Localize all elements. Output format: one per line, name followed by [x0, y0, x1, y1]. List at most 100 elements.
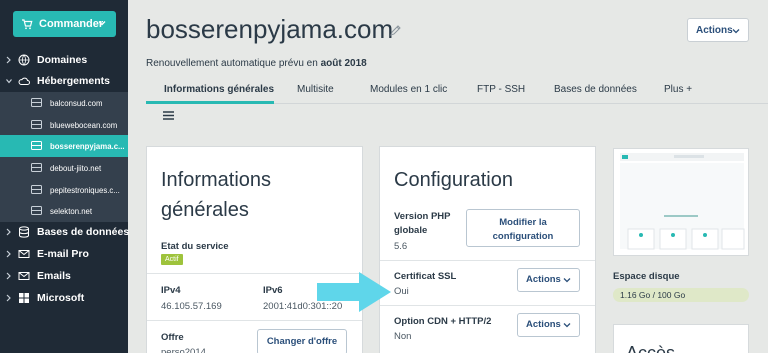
- sidebar-item-email-pro[interactable]: E-mail Pro: [0, 244, 128, 264]
- hosting-item-label: bosserenpyjama.c...: [50, 142, 125, 151]
- chevron-right-icon: [6, 272, 11, 280]
- card-title: Configuration: [394, 169, 513, 191]
- hosting-item-label: balconsud.com: [50, 99, 103, 108]
- card-title: Informations: [161, 169, 272, 191]
- actions-label: Actions: [526, 274, 561, 285]
- sidebar-item-databases[interactable]: Bases de données: [0, 222, 130, 242]
- chevron-right-icon: [6, 294, 11, 302]
- hosting-item-label: debout-jiito.net: [50, 164, 102, 173]
- secondary-card: Accès: [613, 324, 749, 353]
- tab-bases-de-donnees[interactable]: Bases de données: [554, 84, 637, 95]
- hosting-list: balconsud.com bluewebocean.com bosserenp…: [0, 92, 128, 222]
- menu-icon[interactable]: [163, 111, 174, 120]
- chevron-down-icon: [563, 278, 571, 283]
- website-preview[interactable]: [613, 148, 749, 256]
- website-thumbnail-image: [620, 153, 745, 250]
- actions-label: Actions: [526, 319, 561, 330]
- sidebar-item-label: Microsoft: [37, 292, 85, 304]
- sidebar-item-label: Domaines: [37, 54, 88, 66]
- server-icon: [31, 98, 42, 107]
- php-version-value: 5.6: [394, 241, 408, 252]
- annotation-arrow: [317, 272, 391, 312]
- server-icon: [31, 141, 42, 150]
- envelope-icon: [18, 250, 30, 258]
- disk-space-label: Espace disque: [613, 271, 680, 282]
- sidebar-item-emails[interactable]: Emails: [0, 266, 128, 286]
- card-title-line2: générales: [161, 199, 249, 221]
- ssl-actions-button[interactable]: Actions: [517, 268, 580, 292]
- sidebar-item-label: E-mail Pro: [37, 248, 89, 260]
- disk-space-fill: [613, 288, 619, 302]
- sidebar-item-label: Emails: [37, 270, 71, 282]
- ipv4-value: 46.105.57.169: [161, 301, 222, 312]
- ipv6-label: IPv6: [263, 285, 283, 296]
- database-icon: [19, 226, 29, 238]
- php-version-label: Version PHP: [394, 211, 451, 222]
- hosting-item-active[interactable]: bosserenpyjama.c...: [0, 135, 128, 157]
- hosting-item[interactable]: pepitestroniques.c...: [0, 179, 128, 201]
- status-badge: Actif: [161, 254, 183, 265]
- sidebar-item-microsoft[interactable]: Microsoft: [0, 288, 128, 308]
- server-icon: [31, 206, 42, 215]
- header-actions-button[interactable]: Actions: [687, 18, 749, 42]
- envelope-icon: [18, 272, 30, 280]
- tab-plus[interactable]: Plus +: [664, 84, 692, 95]
- chevron-down-icon: [6, 79, 12, 84]
- chevron-right-icon: [6, 250, 11, 258]
- disk-space-usage: 1.16 Go / 100 Go: [620, 290, 686, 300]
- tab-multisite[interactable]: Multisite: [297, 84, 334, 95]
- modify-config-label-line2: configuration: [492, 231, 554, 242]
- server-icon: [31, 120, 42, 129]
- tab-informations-generales[interactable]: Informations générales: [164, 84, 274, 95]
- divider: [380, 305, 595, 306]
- active-tab-indicator: [146, 101, 274, 104]
- modify-config-button[interactable]: Modifier la configuration: [466, 209, 580, 247]
- hosting-item-label: pepitestroniques.c...: [50, 186, 120, 195]
- php-version-label-line2: globale: [394, 225, 428, 236]
- renewal-prefix: Renouvellement automatique prévu en: [146, 58, 318, 69]
- sidebar-item-domaines[interactable]: Domaines: [0, 50, 128, 70]
- hosting-item[interactable]: selekton.net: [0, 200, 128, 222]
- chevron-down-icon: [98, 21, 106, 26]
- hosting-item[interactable]: balconsud.com: [0, 92, 128, 114]
- sidebar-item-label: Bases de données: [37, 226, 130, 238]
- ssl-label: Certificat SSL: [394, 271, 457, 282]
- disk-space-bar: 1.16 Go / 100 Go: [613, 288, 749, 302]
- chevron-right-icon: [6, 56, 11, 64]
- server-icon: [31, 163, 42, 172]
- sidebar: Commander Domaines Hébergements balconsu…: [0, 0, 130, 353]
- card-title-partial: Accès: [626, 343, 676, 353]
- hosting-item[interactable]: bluewebocean.com: [0, 114, 128, 136]
- order-button[interactable]: Commander: [13, 11, 116, 37]
- configuration-card: Configuration Version PHP globale 5.6 Mo…: [379, 146, 596, 353]
- page-title: bosserenpyjama.com: [146, 14, 394, 44]
- cdn-value: Non: [394, 331, 412, 342]
- cart-icon: [22, 19, 33, 30]
- cloud-icon: [18, 77, 30, 85]
- general-info-card: Informations générales Etat du service A…: [146, 146, 363, 353]
- hosting-item-label: bluewebocean.com: [50, 121, 118, 130]
- pencil-icon[interactable]: [389, 25, 401, 37]
- modify-config-label: Modifier la: [499, 217, 547, 228]
- order-button-label: Commander: [39, 18, 104, 30]
- tab-ftp-ssh[interactable]: FTP - SSH: [477, 84, 525, 95]
- sidebar-item-label: Hébergements: [37, 75, 110, 87]
- tab-modules[interactable]: Modules en 1 clic: [370, 84, 447, 95]
- server-icon: [31, 185, 42, 194]
- offer-label: Offre: [161, 332, 184, 343]
- hosting-item[interactable]: debout-jiito.net: [0, 157, 128, 179]
- chevron-down-icon: [732, 29, 740, 34]
- renewal-date: août 2018: [320, 58, 367, 69]
- actions-label: Actions: [696, 24, 733, 36]
- sidebar-item-hebergements[interactable]: Hébergements: [0, 71, 128, 91]
- cdn-actions-button[interactable]: Actions: [517, 313, 580, 337]
- chevron-right-icon: [6, 228, 11, 236]
- hosting-item-label: selekton.net: [50, 207, 93, 216]
- cdn-label: Option CDN + HTTP/2: [394, 316, 492, 327]
- renewal-info: Renouvellement automatique prévu en août…: [146, 58, 367, 69]
- ssl-value: Oui: [394, 286, 409, 297]
- windows-icon: [19, 293, 29, 303]
- offer-value: perso2014: [161, 347, 206, 353]
- change-offer-button[interactable]: Changer d'offre: [257, 329, 347, 353]
- globe-icon: [18, 54, 30, 66]
